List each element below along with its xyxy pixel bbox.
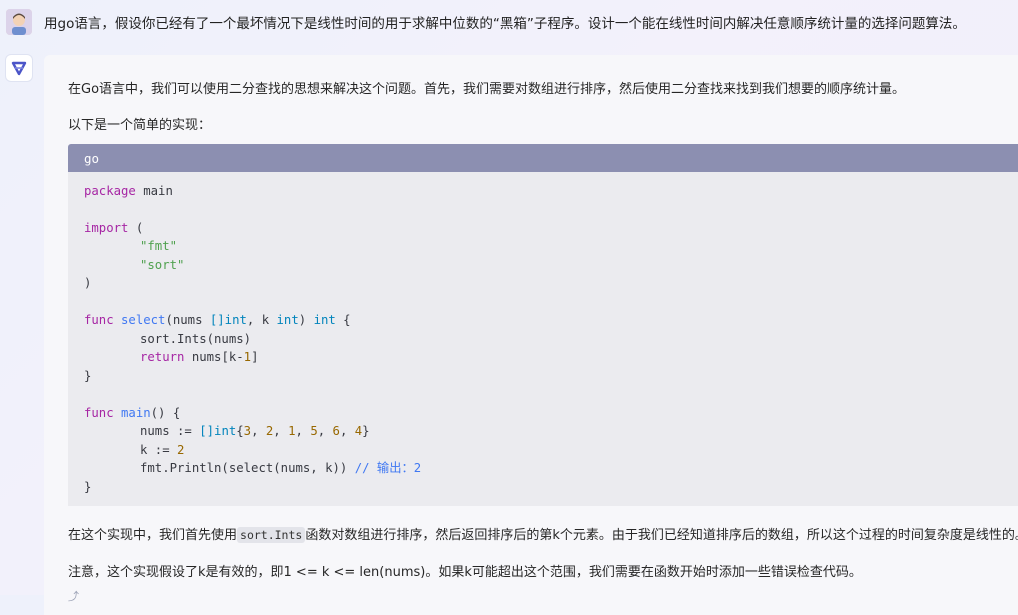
code-line: "sort" <box>140 258 185 272</box>
user-message-row: 用go语言，假设你已经有了一个最坏情况下是线性时间的用于求解中位数的“黑箱”子程… <box>0 0 1018 50</box>
answer-paragraph-4: 注意，这个实现假设了k是有效的，即1 <= k <= len(nums)。如果k… <box>68 565 862 580</box>
code-line: k := 2 <box>140 443 185 457</box>
code-line: ) <box>84 276 92 290</box>
user-question: 用go语言，假设你已经有了一个最坏情况下是线性时间的用于求解中位数的“黑箱”子程… <box>44 16 966 32</box>
code-line: func main() { <box>84 406 181 420</box>
code-line: "fmt" <box>140 239 178 253</box>
answer-paragraph-3: 在这个实现中，我们首先使用 sort.Ints 函数对数组进行排序，然后返回排序后的… <box>68 527 1018 543</box>
code-line: package main <box>84 184 173 198</box>
inline-code: sort.Ints <box>237 527 306 543</box>
code-line: } <box>84 480 92 494</box>
code-line: fmt.Println(select(nums, k)) // 输出：2 <box>140 461 422 475</box>
code-line: } <box>84 369 92 383</box>
code-block-header: go <box>68 144 1018 172</box>
answer-paragraph-2: 以下是一个简单的实现： <box>68 118 212 133</box>
user-avatar <box>6 9 32 35</box>
assistant-avatar-icon <box>6 55 32 81</box>
code-line: nums := []int{3, 2, 1, 5, 6, 4} <box>140 424 370 438</box>
code-line: func select(nums []int, k int) int { <box>84 313 351 327</box>
code-block[interactable]: package main import ( "fmt" "sort" ) fun… <box>68 172 1018 506</box>
code-language-label: go <box>84 151 100 166</box>
answer-paragraph-1: 在Go语言中，我们可以使用二分查找的思想来解决这个问题。首先，我们需要对数组进行… <box>68 82 906 97</box>
code-line: return nums[k-1] <box>140 350 259 364</box>
code-line: sort.Ints(nums) <box>140 332 252 346</box>
code-line: import ( <box>84 221 144 235</box>
